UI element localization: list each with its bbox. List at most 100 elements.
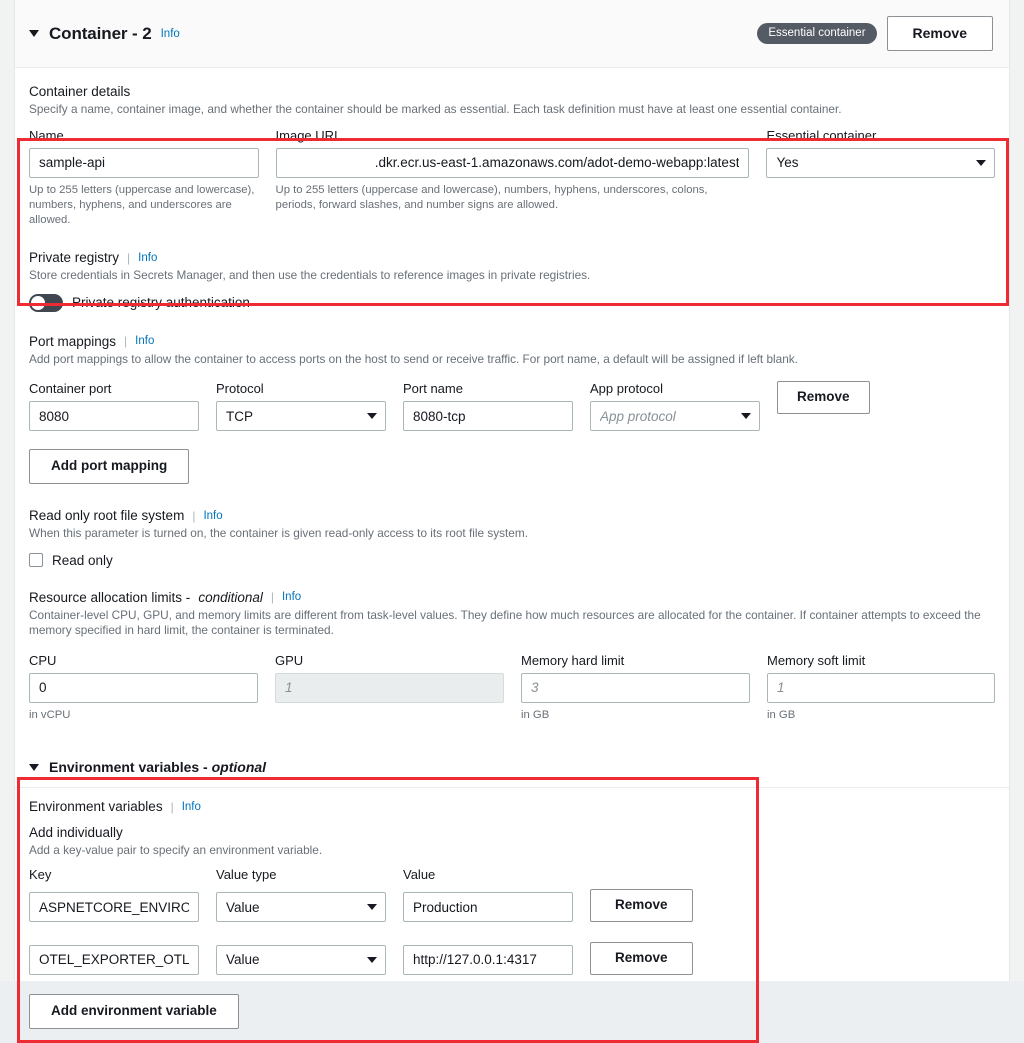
add-port-mapping-button[interactable]: Add port mapping bbox=[29, 449, 189, 484]
port-name-input[interactable] bbox=[403, 401, 573, 431]
col-value-type: Value type bbox=[216, 867, 386, 887]
remove-container-button[interactable]: Remove bbox=[887, 16, 993, 51]
private-registry-title: Private registry | Info bbox=[29, 250, 995, 265]
info-link-resource-limits[interactable]: Info bbox=[282, 591, 301, 603]
remove-env-var-button[interactable]: Remove bbox=[590, 889, 693, 922]
hint-container-name: Up to 255 letters (uppercase and lowerca… bbox=[29, 183, 259, 229]
page-gutter-right bbox=[1010, 0, 1024, 981]
private-registry-description: Store credentials in Secrets Manager, an… bbox=[29, 268, 995, 284]
label-value-type: Value type bbox=[216, 867, 386, 882]
read-only-checkbox-label: Read only bbox=[52, 553, 113, 568]
cpu-input[interactable] bbox=[29, 673, 258, 703]
port-mappings-title-text: Port mappings bbox=[29, 334, 116, 349]
label-memory-soft-limit: Memory soft limit bbox=[767, 653, 995, 668]
label-value: Value bbox=[403, 867, 573, 882]
read-only-checkbox[interactable] bbox=[29, 553, 43, 567]
section-resource-limits: Resource allocation limits - conditional… bbox=[15, 590, 1009, 723]
app-protocol-select[interactable] bbox=[590, 401, 760, 431]
chevron-down-icon[interactable] bbox=[29, 30, 39, 37]
add-env-var-button[interactable]: Add environment variable bbox=[29, 994, 239, 1029]
app-protocol-select-value[interactable] bbox=[590, 401, 760, 431]
resource-limits-title: Resource allocation limits - conditional… bbox=[29, 590, 995, 605]
env-var-key-input[interactable] bbox=[29, 945, 199, 975]
container-card: Container - 2 Info Essential container R… bbox=[14, 0, 1010, 981]
container-details-title-text: Container details bbox=[29, 84, 130, 99]
env-vars-inner: Environment variables | Info Add individ… bbox=[15, 788, 1009, 1029]
resource-limits-description: Container-level CPU, GPU, and memory lim… bbox=[29, 608, 995, 639]
section-private-registry: Private registry | Info Store credential… bbox=[15, 250, 1009, 312]
label-essential-container: Essential container bbox=[766, 128, 995, 143]
label-image-uri: Image URI bbox=[276, 128, 750, 143]
container-details-fields: Name Up to 255 letters (uppercase and lo… bbox=[29, 128, 995, 229]
resource-limits-conditional-text: conditional bbox=[198, 590, 263, 605]
container-name-input[interactable] bbox=[29, 148, 259, 178]
protocol-select[interactable] bbox=[216, 401, 386, 431]
container-header-left: Container - 2 Info bbox=[29, 24, 180, 44]
remove-env-var-button[interactable]: Remove bbox=[590, 942, 693, 975]
info-link-read-only[interactable]: Info bbox=[203, 510, 222, 522]
private-registry-toggle[interactable] bbox=[29, 294, 63, 312]
field-memory-hard-limit: Memory hard limit in GB bbox=[521, 653, 750, 723]
hint-memory-hard-limit: in GB bbox=[521, 708, 750, 723]
section-env-vars: Environment variables - optional Environ… bbox=[15, 745, 1009, 1029]
env-var-row: Remove bbox=[29, 889, 995, 922]
env-var-value-type-value[interactable] bbox=[216, 945, 386, 975]
label-app-protocol: App protocol bbox=[590, 381, 760, 396]
divider-vertical: | bbox=[192, 509, 195, 523]
memory-soft-limit-input[interactable] bbox=[767, 673, 995, 703]
private-registry-title-text: Private registry bbox=[29, 250, 119, 265]
field-gpu: GPU bbox=[275, 653, 504, 723]
col-key: Key bbox=[29, 867, 199, 887]
container-details-title: Container details bbox=[29, 84, 995, 99]
field-cpu: CPU in vCPU bbox=[29, 653, 258, 723]
remove-port-mapping-button[interactable]: Remove bbox=[777, 381, 870, 414]
add-individually-description: Add a key-value pair to specify an envir… bbox=[29, 843, 995, 857]
env-vars-panel-header: Environment variables - optional bbox=[15, 745, 1009, 788]
essential-container-select-value[interactable] bbox=[766, 148, 995, 178]
port-mappings-description: Add port mappings to allow the container… bbox=[29, 352, 995, 368]
container-body: Container details Specify a name, contai… bbox=[15, 68, 1009, 1029]
add-individually-heading: Add individually bbox=[29, 825, 995, 840]
env-var-value-input[interactable] bbox=[403, 945, 573, 975]
env-var-value-type-select[interactable] bbox=[216, 892, 386, 922]
info-link-port-mappings[interactable]: Info bbox=[135, 335, 154, 347]
field-container-port: Container port bbox=[29, 381, 199, 431]
status-badge-essential: Essential container bbox=[757, 23, 876, 44]
label-memory-hard-limit: Memory hard limit bbox=[521, 653, 750, 668]
env-var-row: Remove bbox=[29, 942, 995, 975]
env-var-value-type-select[interactable] bbox=[216, 945, 386, 975]
info-link-env-vars[interactable]: Info bbox=[182, 801, 201, 813]
essential-container-select[interactable] bbox=[766, 148, 995, 178]
section-port-mappings: Port mappings | Info Add port mappings t… bbox=[15, 334, 1009, 484]
label-key: Key bbox=[29, 867, 199, 882]
env-var-key-input[interactable] bbox=[29, 892, 199, 922]
container-header-actions: Essential container Remove bbox=[757, 16, 993, 51]
hint-image-uri: Up to 255 letters (uppercase and lowerca… bbox=[276, 183, 750, 214]
env-vars-panel-title-text: Environment variables - bbox=[49, 759, 212, 775]
label-cpu: CPU bbox=[29, 653, 258, 668]
container-port-input[interactable] bbox=[29, 401, 199, 431]
field-port-name: Port name bbox=[403, 381, 573, 431]
page-title: Container - 2 bbox=[49, 24, 152, 44]
memory-hard-limit-input[interactable] bbox=[521, 673, 750, 703]
port-mappings-title: Port mappings | Info bbox=[29, 334, 995, 349]
info-link-private-registry[interactable]: Info bbox=[138, 252, 157, 264]
divider-vertical: | bbox=[171, 800, 174, 814]
label-port-name: Port name bbox=[403, 381, 573, 396]
env-var-value-type-value[interactable] bbox=[216, 892, 386, 922]
env-vars-panel-optional-text: optional bbox=[212, 759, 266, 775]
chevron-down-icon[interactable] bbox=[29, 764, 39, 771]
divider-vertical: | bbox=[124, 334, 127, 348]
container-details-description: Specify a name, container image, and whe… bbox=[29, 102, 995, 118]
label-container-port: Container port bbox=[29, 381, 199, 396]
image-uri-input[interactable] bbox=[276, 148, 750, 178]
env-var-value-input[interactable] bbox=[403, 892, 573, 922]
field-app-protocol: App protocol bbox=[590, 381, 760, 431]
label-protocol: Protocol bbox=[216, 381, 386, 396]
read-only-description: When this parameter is turned on, the co… bbox=[29, 526, 995, 542]
read-only-title-text: Read only root file system bbox=[29, 508, 184, 523]
page-root: Container - 2 Info Essential container R… bbox=[0, 0, 1024, 981]
info-link-container[interactable]: Info bbox=[161, 28, 180, 40]
protocol-select-value[interactable] bbox=[216, 401, 386, 431]
read-only-title: Read only root file system | Info bbox=[29, 508, 995, 523]
